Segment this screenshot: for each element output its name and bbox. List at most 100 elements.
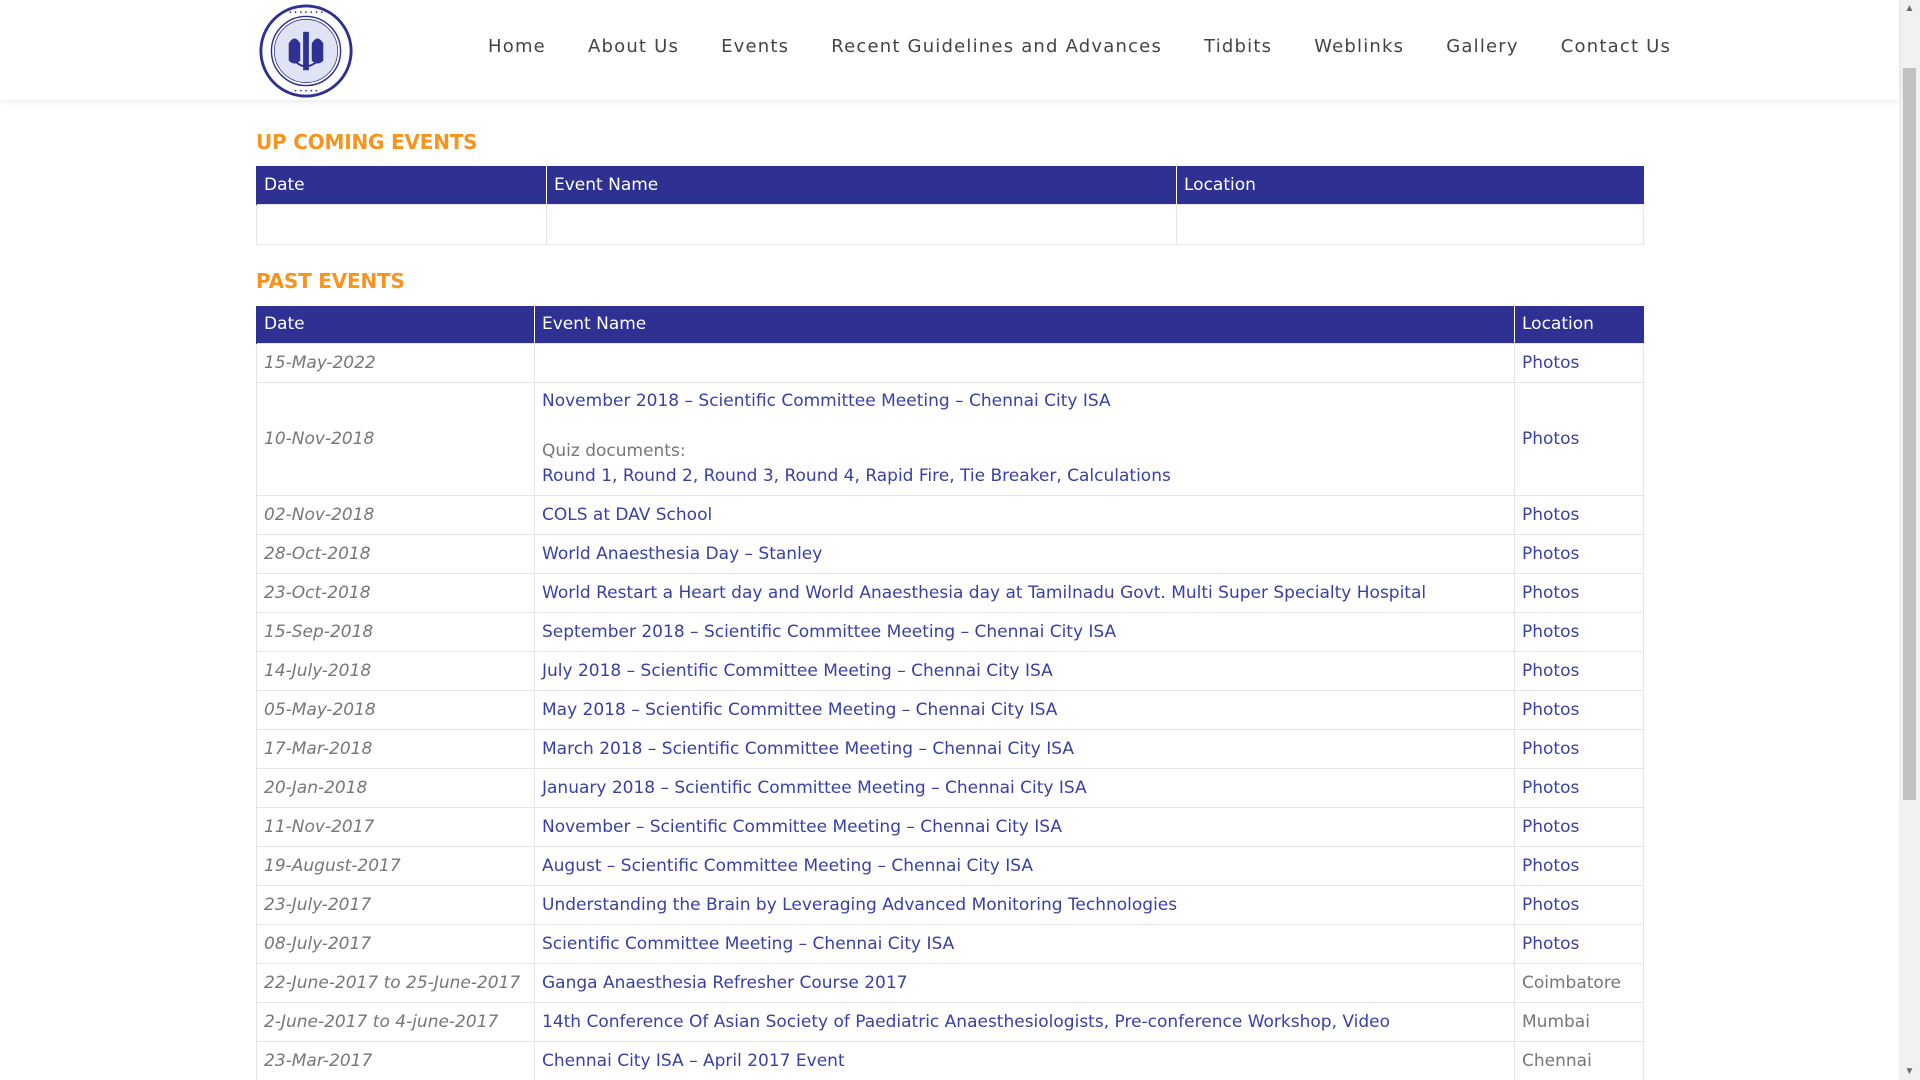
nav-weblinks[interactable]: Weblinks — [1314, 36, 1404, 57]
photos-link[interactable]: Photos — [1522, 856, 1579, 876]
table-row: 11-Nov-2017 November – Scientific Committ… — [256, 807, 1644, 847]
isa-logo[interactable]: • • • • • • • • • • • • — [258, 3, 354, 99]
event-location-cell: Photos — [1514, 690, 1644, 730]
event-link[interactable]: August – Scientific Committee Meeting – … — [542, 856, 1033, 876]
column-header-date: Date — [256, 305, 535, 344]
empty-cell — [1176, 203, 1644, 245]
event-link[interactable]: Pre-conference Workshop — [1115, 1012, 1332, 1032]
link-separator: , — [1331, 1012, 1343, 1032]
photos-link[interactable]: Photos — [1522, 934, 1579, 954]
event-link[interactable]: July 2018 – Scientific Committee Meeting… — [542, 661, 1053, 681]
nav-about-us[interactable]: About Us — [588, 36, 679, 57]
event-link[interactable]: Scientific Committee Meeting – Chennai C… — [542, 934, 954, 954]
event-link[interactable]: Video — [1342, 1012, 1390, 1032]
photos-link[interactable]: Photos — [1522, 895, 1579, 915]
event-name-cell: Understanding the Brain by Leveraging Ad… — [534, 885, 1515, 925]
event-link[interactable]: November – Scientific Committee Meeting … — [542, 817, 1062, 837]
photos-link[interactable]: Photos — [1522, 817, 1579, 837]
event-location-cell: Photos — [1514, 651, 1644, 691]
upcoming-events-table: Date Event Name Location — [256, 166, 1644, 245]
event-location-cell: Photos — [1514, 807, 1644, 847]
event-date: 15-Sep-2018 — [256, 612, 535, 652]
quiz-document-link[interactable]: Round 4 — [784, 466, 854, 486]
table-row: 15-Sep-2018 September 2018 – Scientific C… — [256, 612, 1644, 652]
scrollbar-thumb[interactable] — [1903, 68, 1916, 800]
past-events-body: 15-May-2022 Photos 10-Nov-2018 November 201… — [256, 343, 1644, 1080]
table-row — [256, 203, 1644, 245]
past-events-table: Date Event Name Location 15-May-2022 Phot… — [256, 305, 1644, 1080]
event-link[interactable]: Chennai City ISA – April 2017 Event — [542, 1051, 845, 1071]
nav-gallery[interactable]: Gallery — [1446, 36, 1519, 57]
photos-link[interactable]: Photos — [1522, 661, 1579, 681]
event-location-cell: Photos — [1514, 343, 1644, 383]
event-link[interactable]: May 2018 – Scientific Committee Meeting … — [542, 700, 1057, 720]
vertical-scrollbar[interactable]: ▲ ▼ — [1899, 0, 1920, 1080]
event-date: 20-Jan-2018 — [256, 768, 535, 808]
past-events-title: PAST EVENTS — [256, 268, 405, 293]
photos-link[interactable]: Photos — [1522, 505, 1579, 525]
nav-contact-us[interactable]: Contact Us — [1561, 36, 1671, 57]
photos-link[interactable]: Photos — [1522, 544, 1579, 564]
event-date: 2-June-2017 to 4-june-2017 — [256, 1002, 535, 1042]
table-row: 22-June-2017 to 25-June-2017 Ganga Anaest… — [256, 963, 1644, 1003]
event-name-cell: World Restart a Heart day and World Anae… — [534, 573, 1515, 613]
quiz-document-link[interactable]: Round 2 — [623, 466, 693, 486]
event-location: Coimbatore — [1514, 963, 1644, 1003]
table-row: 08-July-2017 Scientific Committee Meeting… — [256, 924, 1644, 964]
event-name-cell: May 2018 – Scientific Committee Meeting … — [534, 690, 1515, 730]
photos-link[interactable]: Photos — [1522, 778, 1579, 798]
event-link[interactable]: Understanding the Brain by Leveraging Ad… — [542, 895, 1177, 915]
event-date: 22-June-2017 to 25-June-2017 — [256, 963, 535, 1003]
event-link[interactable]: September 2018 – Scientific Committee Me… — [542, 622, 1116, 642]
event-link[interactable]: COLS at DAV School — [542, 505, 712, 525]
column-header-location: Location — [1514, 305, 1644, 344]
event-date: 10-Nov-2018 — [256, 382, 535, 496]
table-row: 14-July-2018 July 2018 – Scientific Commi… — [256, 651, 1644, 691]
event-name-cell: March 2018 – Scientific Committee Meetin… — [534, 729, 1515, 769]
event-date: 17-Mar-2018 — [256, 729, 535, 769]
scroll-down-arrow-icon[interactable]: ▼ — [1899, 1063, 1920, 1080]
event-name-cell: World Anaesthesia Day – Stanley — [534, 534, 1515, 574]
event-link[interactable]: March 2018 – Scientific Committee Meetin… — [542, 739, 1074, 759]
link-separator: , — [1056, 466, 1068, 486]
quiz-document-link[interactable]: Calculations — [1067, 466, 1171, 486]
event-link[interactable]: 14th Conference Of Asian Society of Paed… — [542, 1012, 1104, 1032]
nav-tidbits[interactable]: Tidbits — [1204, 36, 1272, 57]
table-row: 23-Mar-2017 Chennai City ISA – April 2017… — [256, 1041, 1644, 1080]
event-date: 11-Nov-2017 — [256, 807, 535, 847]
event-link[interactable]: World Anaesthesia Day – Stanley — [542, 544, 822, 564]
event-name-cell: July 2018 – Scientific Committee Meeting… — [534, 651, 1515, 691]
quiz-document-link[interactable]: Round 3 — [704, 466, 774, 486]
column-header-event-name: Event Name — [546, 166, 1177, 204]
event-location-cell: Photos — [1514, 534, 1644, 574]
nav-home[interactable]: Home — [488, 36, 546, 57]
link-separator: , — [949, 466, 961, 486]
link-separator: , — [612, 466, 623, 486]
photos-link[interactable]: Photos — [1522, 429, 1579, 449]
photos-link[interactable]: Photos — [1522, 700, 1579, 720]
quiz-document-link[interactable]: Round 1 — [542, 466, 612, 486]
event-link[interactable]: Ganga Anaesthesia Refresher Course 2017 — [542, 973, 907, 993]
link-separator: , — [692, 466, 704, 486]
quiz-document-link[interactable]: Tie Breaker — [960, 466, 1056, 486]
event-name-cell: November 2018 – Scientific Committee Mee… — [534, 382, 1515, 496]
quiz-document-link[interactable]: Rapid Fire — [865, 466, 949, 486]
photos-link[interactable]: Photos — [1522, 583, 1579, 603]
main-content: UP COMING EVENTS Date Event Name Locatio… — [256, 100, 1644, 1080]
event-link[interactable]: January 2018 – Scientific Committee Meet… — [542, 778, 1087, 798]
photos-link[interactable]: Photos — [1522, 739, 1579, 759]
event-location-cell: Photos — [1514, 885, 1644, 925]
event-date: 23-July-2017 — [256, 885, 535, 925]
event-link[interactable]: World Restart a Heart day and World Anae… — [542, 583, 1426, 603]
nav-recent-guidelines[interactable]: Recent Guidelines and Advances — [831, 36, 1162, 57]
table-row: 10-Nov-2018 November 2018 – Scientific Co… — [256, 382, 1644, 496]
scroll-up-arrow-icon[interactable]: ▲ — [1899, 0, 1920, 17]
photos-link[interactable]: Photos — [1522, 353, 1579, 373]
nav-events[interactable]: Events — [721, 36, 789, 57]
event-name-cell: August – Scientific Committee Meeting – … — [534, 846, 1515, 886]
column-header-location: Location — [1176, 166, 1644, 204]
photos-link[interactable]: Photos — [1522, 622, 1579, 642]
event-link[interactable]: November 2018 – Scientific Committee Mee… — [542, 389, 1507, 414]
event-name-cell: Ganga Anaesthesia Refresher Course 2017 — [534, 963, 1515, 1003]
table-row: 19-August-2017 August – Scientific Commit… — [256, 846, 1644, 886]
